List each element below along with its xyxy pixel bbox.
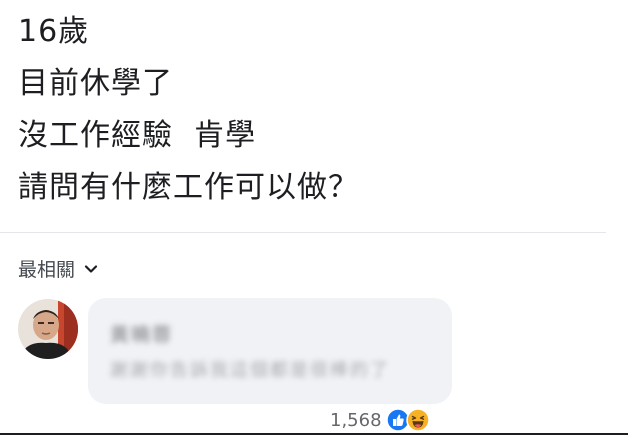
comment-author-name[interactable]: 黃曉蓉: [110, 320, 173, 347]
post-line-question: 請問有什麼工作可以做？: [18, 170, 359, 205]
user-avatar-icon: [18, 299, 78, 359]
reaction-count: 1,568: [330, 409, 382, 431]
post-line-age: 16歲: [18, 14, 90, 49]
post-divider: [0, 232, 606, 233]
comment-author-avatar[interactable]: [18, 299, 78, 359]
post-body: 16歲 目前休學了 沒工作經驗 肯學 請問有什麼工作可以做？: [18, 6, 598, 214]
comment-bubble[interactable]: 黃曉蓉 謝謝你告訴我這個都是很棒的了: [88, 298, 452, 404]
post-line-experience: 沒工作經驗 肯學: [18, 118, 257, 153]
comment-sort-label: 最相關: [18, 259, 76, 281]
haha-icon: [405, 408, 430, 432]
comment-reactions[interactable]: 1,568: [330, 406, 430, 434]
chevron-down-icon: [84, 264, 98, 273]
comment-text: 謝謝你告訴我這個都是很棒的了: [110, 360, 390, 381]
post-line-status: 目前休學了: [18, 66, 173, 101]
comment-sort-dropdown[interactable]: 最相關: [18, 255, 99, 282]
